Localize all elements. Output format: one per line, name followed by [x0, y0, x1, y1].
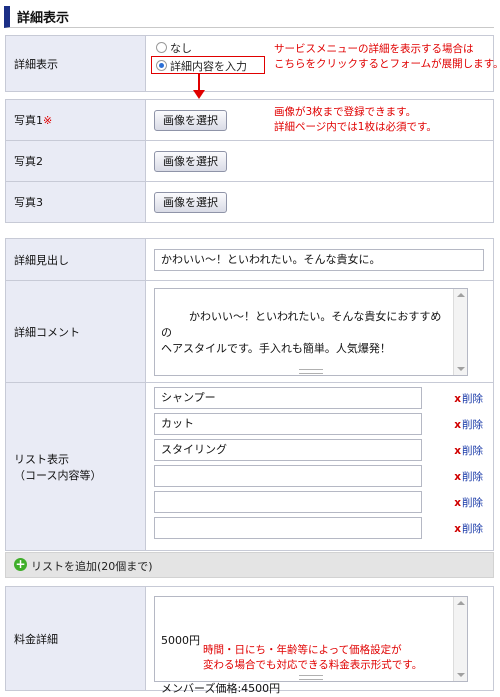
delete-x-icon[interactable]: x: [454, 393, 461, 405]
delete-x-icon[interactable]: x: [454, 419, 461, 431]
delete-link[interactable]: x削除: [454, 495, 483, 510]
price-line: メンバーズ価格:4500円: [161, 681, 281, 695]
detail-comment-cell: かわいい〜！といわれたい。そんな貴女におすすめの ヘアスタイルです。手入れも簡単…: [145, 280, 494, 383]
photo2-label: 写真2: [5, 140, 146, 182]
list-item: シャンプー x削除: [154, 387, 489, 413]
delete-link[interactable]: x削除: [454, 469, 483, 484]
delete-x-icon[interactable]: x: [454, 445, 461, 457]
photo2-cell: 画像を選択: [145, 140, 494, 182]
scroll-up-icon[interactable]: [457, 600, 465, 605]
add-plus-icon[interactable]: +: [14, 558, 27, 571]
detail-heading-cell: かわいい〜！といわれたい。そんな貴女に。: [145, 238, 494, 281]
detail-comment-label: 詳細コメント: [5, 280, 146, 383]
required-mark: ※: [43, 114, 53, 127]
delete-link[interactable]: x削除: [454, 391, 483, 406]
photo1-select-button[interactable]: 画像を選択: [154, 109, 227, 131]
arrow-down-icon: [193, 90, 205, 99]
price-textarea[interactable]: 5000円 メンバーズ価格:4500円 時間・日にち・年齢等によって価格設定が …: [154, 595, 468, 695]
comment-scrollbar[interactable]: [453, 288, 467, 375]
section-title: 詳細表示: [17, 11, 70, 26]
section-header: 詳細表示: [4, 6, 494, 28]
detail-comment-text: かわいい〜！といわれたい。そんな貴女におすすめの ヘアスタイルです。手入れも簡単…: [161, 309, 442, 355]
delete-link[interactable]: x削除: [454, 417, 483, 432]
scroll-up-icon[interactable]: [457, 292, 465, 297]
details-table: 詳細見出し かわいい〜！といわれたい。そんな貴女に。 詳細コメント かわいい〜！…: [5, 238, 494, 551]
list-display-label: リスト表示 （コース内容等）: [5, 382, 146, 551]
radio-none-label[interactable]: なし: [170, 42, 192, 55]
photos-table: 写真1※ 画像を選択 画像が3枚まで登録できます。 詳細ページ内では1枚は必須で…: [5, 99, 494, 223]
resize-grip-icon[interactable]: [299, 674, 323, 680]
delete-x-icon[interactable]: x: [454, 523, 461, 535]
highlight-box: [151, 56, 265, 74]
photo3-label: 写真3: [5, 181, 146, 223]
list-item-input[interactable]: [154, 465, 422, 487]
price-scrollbar[interactable]: [453, 596, 467, 681]
detail-heading-input[interactable]: かわいい〜！といわれたい。そんな貴女に。: [154, 248, 484, 271]
list-item-input[interactable]: スタイリング: [154, 439, 422, 461]
detail-heading-label: 詳細見出し: [5, 238, 146, 281]
list-item-input[interactable]: カット: [154, 413, 422, 435]
photo1-label: 写真1※: [5, 99, 146, 141]
list-item-input[interactable]: シャンプー: [154, 387, 422, 409]
detail-display-label: 詳細表示: [5, 35, 146, 92]
add-list-link[interactable]: リストを追加(20個まで): [31, 558, 153, 574]
list-item-input[interactable]: [154, 491, 422, 513]
list-display-cell: シャンプー x削除 カット x削除 スタイリング x削除 x削除 x削除 x削除: [145, 382, 494, 551]
list-item: x削除: [154, 491, 489, 517]
price-cell: 5000円 メンバーズ価格:4500円 時間・日にち・年齢等によって価格設定が …: [145, 586, 494, 695]
list-item: カット x削除: [154, 413, 489, 439]
delete-x-icon[interactable]: x: [454, 471, 461, 483]
list-item: x削除: [154, 517, 489, 543]
resize-grip-icon[interactable]: [299, 368, 323, 374]
detail-display-note: サービスメニューの詳細を表示する場合は こちらをクリックするとフォームが展開しま…: [274, 43, 500, 70]
radio-none-icon[interactable]: [156, 42, 167, 53]
radio-none[interactable]: なし: [156, 40, 192, 56]
detail-comment-textarea[interactable]: かわいい〜！といわれたい。そんな貴女におすすめの ヘアスタイルです。手入れも簡単…: [154, 287, 468, 376]
delete-x-icon[interactable]: x: [454, 497, 461, 509]
photo3-select-button[interactable]: 画像を選択: [154, 191, 227, 213]
photo2-select-button[interactable]: 画像を選択: [154, 150, 227, 172]
delete-link[interactable]: x削除: [454, 443, 483, 458]
photo1-cell: 画像を選択 画像が3枚まで登録できます。 詳細ページ内では1枚は必須です。: [145, 99, 494, 141]
list-items: シャンプー x削除 カット x削除 スタイリング x削除 x削除 x削除 x削除: [154, 387, 489, 543]
list-item-input[interactable]: [154, 517, 422, 539]
price-label: 料金詳細: [5, 586, 146, 691]
price-note: 時間・日にち・年齢等によって価格設定が 変わる場合でも対応できる料金表示形式です…: [203, 643, 423, 671]
list-item: x削除: [154, 465, 489, 491]
photo3-cell: 画像を選択: [145, 181, 494, 223]
price-table: 料金詳細 5000円 メンバーズ価格:4500円 時間・日にち・年齢等によって価…: [5, 586, 494, 695]
photos-note: 画像が3枚まで登録できます。 詳細ページ内では1枚は必須です。: [274, 106, 437, 133]
add-list-bar[interactable]: + リストを追加(20個まで): [5, 552, 494, 578]
scroll-down-icon[interactable]: [457, 366, 465, 371]
scroll-down-icon[interactable]: [457, 672, 465, 677]
delete-link[interactable]: x削除: [454, 521, 483, 536]
list-item: スタイリング x削除: [154, 439, 489, 465]
